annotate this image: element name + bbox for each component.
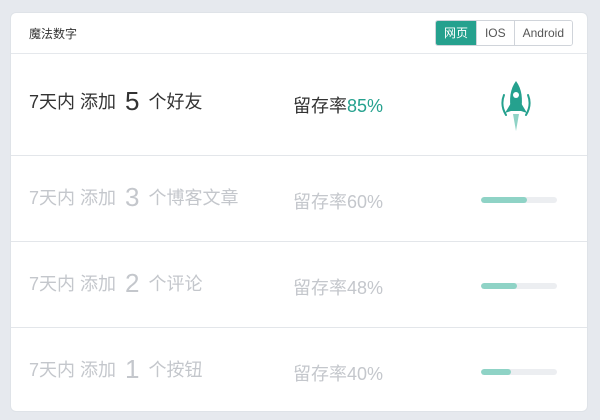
- metric-description: 7天内 添加 2 个评论: [29, 268, 203, 299]
- magic-number-card: 魔法数字 网页 IOS Android 7天内 添加 5 个好友 留存率85%: [10, 12, 588, 412]
- metric-row-comments: 7天内 添加 2 个评论 留存率48%: [11, 241, 587, 328]
- metric-prefix: 7天内 添加: [29, 92, 117, 112]
- metric-suffix: 个博客文章: [148, 188, 239, 208]
- retention: 留存率40%: [293, 360, 383, 386]
- retention-bar: [481, 369, 557, 375]
- metric-count: 3: [125, 182, 140, 212]
- tab-ios[interactable]: IOS: [475, 21, 514, 45]
- rocket-icon: [501, 81, 531, 131]
- retention-label: 留存率: [293, 364, 347, 384]
- tab-web[interactable]: 网页: [435, 21, 476, 45]
- platform-tabs: 网页 IOS Android: [434, 20, 573, 46]
- retention-bar-fill: [481, 369, 512, 375]
- metric-count: 1: [125, 354, 140, 384]
- metric-row-friends: 7天内 添加 5 个好友 留存率85%: [11, 53, 587, 156]
- metric-description: 7天内 添加 1 个按钮: [29, 354, 203, 385]
- retention: 留存率60%: [293, 188, 383, 214]
- metric-suffix: 个好友: [148, 92, 203, 112]
- retention-rate: 85%: [347, 96, 384, 116]
- metric-suffix: 个评论: [148, 274, 203, 294]
- retention: 留存率48%: [293, 274, 383, 300]
- card-title: 魔法数字: [29, 27, 78, 41]
- card-header: 魔法数字 网页 IOS Android: [11, 13, 587, 54]
- metric-row-blog-posts: 7天内 添加 3 个博客文章 留存率60%: [11, 155, 587, 242]
- retention-rate: 40%: [347, 364, 384, 384]
- tab-android[interactable]: Android: [513, 21, 572, 45]
- retention-bar-fill: [481, 283, 518, 289]
- metric-prefix: 7天内 添加: [29, 274, 117, 294]
- metric-prefix: 7天内 添加: [29, 360, 117, 380]
- metric-prefix: 7天内 添加: [29, 188, 117, 208]
- retention-label: 留存率: [293, 278, 347, 298]
- metric-description: 7天内 添加 5 个好友: [29, 86, 203, 117]
- retention-rate: 48%: [347, 278, 384, 298]
- metric-count: 2: [125, 268, 140, 298]
- metric-description: 7天内 添加 3 个博客文章: [29, 182, 239, 213]
- metric-count: 5: [125, 86, 140, 116]
- metric-row-buttons: 7天内 添加 1 个按钮 留存率40%: [11, 327, 587, 411]
- metric-suffix: 个按钮: [148, 360, 203, 380]
- retention: 留存率85%: [293, 92, 383, 118]
- retention-label: 留存率: [293, 192, 347, 212]
- retention-bar: [481, 283, 557, 289]
- retention-label: 留存率: [293, 96, 347, 116]
- retention-rate: 60%: [347, 192, 384, 212]
- retention-bar-fill: [481, 197, 527, 203]
- retention-bar: [481, 197, 557, 203]
